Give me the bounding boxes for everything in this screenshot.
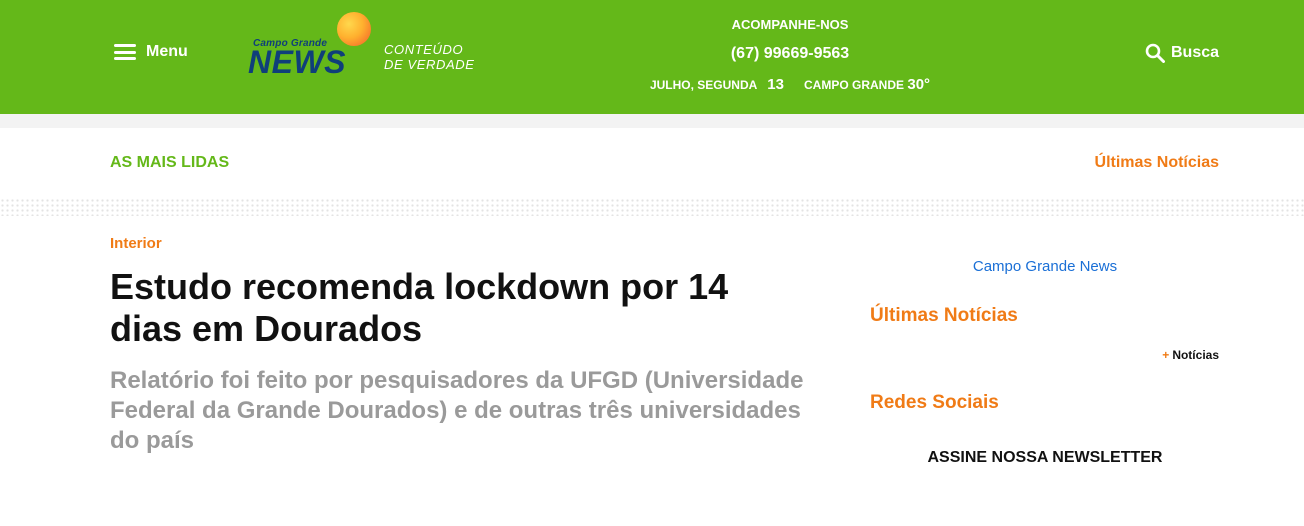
sidebar-latest-title: Últimas Notícias (870, 305, 1018, 326)
latest-news-link[interactable]: Últimas Notícias (1095, 154, 1219, 172)
search-button[interactable]: Busca (1145, 43, 1219, 63)
search-label: Busca (1171, 44, 1220, 61)
newsletter-link[interactable]: ASSINE NOSSA NEWSLETTER (870, 449, 1220, 467)
more-news-link[interactable]: + Notícias (1162, 348, 1219, 362)
more-news-label: Notícias (1172, 348, 1219, 362)
tagline-line-2: DE VERDADE (384, 57, 475, 72)
date-weather-line: JULHO, SEGUNDA 13 CAMPO GRANDE 30° (600, 76, 980, 93)
logo-big-text: NEWS (248, 44, 346, 80)
tagline-line-1: CONTEÚDO (384, 42, 464, 57)
date-label: JULHO, SEGUNDA (649, 78, 758, 92)
site-logo[interactable]: Campo Grande NEWS (248, 12, 378, 78)
dotted-divider (0, 198, 1304, 216)
header-info: ACOMPANHE-NOS (67) 99669-9563 JULHO, SEG… (600, 0, 980, 114)
temperature: 30° (907, 76, 931, 93)
tagline: CONTEÚDO DE VERDADE (384, 42, 475, 72)
menu-label: Menu (146, 43, 188, 60)
article-category[interactable]: Interior (110, 235, 162, 252)
sidebar-site-link[interactable]: Campo Grande News (870, 258, 1220, 275)
plus-icon: + (1162, 348, 1170, 362)
date-day: 13 (767, 76, 784, 93)
social-title: Redes Sociais (870, 392, 999, 413)
article-headline: Estudo recomenda lockdown por 14 dias em… (110, 266, 729, 349)
article-subheadline: Relatório foi feito por pesquisadores da… (110, 367, 804, 454)
city-label: CAMPO GRANDE (804, 78, 905, 92)
phone-number[interactable]: (67) 99669-9563 (600, 45, 980, 63)
menu-button[interactable]: Menu (114, 43, 188, 61)
follow-label: ACOMPANHE-NOS (731, 17, 849, 32)
site-header: Menu Campo Grande NEWS CONTEÚDO DE VERDA… (0, 0, 1304, 114)
logo-sun-icon (337, 12, 371, 46)
search-icon (1145, 43, 1165, 63)
hamburger-icon (114, 44, 136, 60)
most-read-link[interactable]: AS MAIS LIDAS (110, 154, 229, 172)
